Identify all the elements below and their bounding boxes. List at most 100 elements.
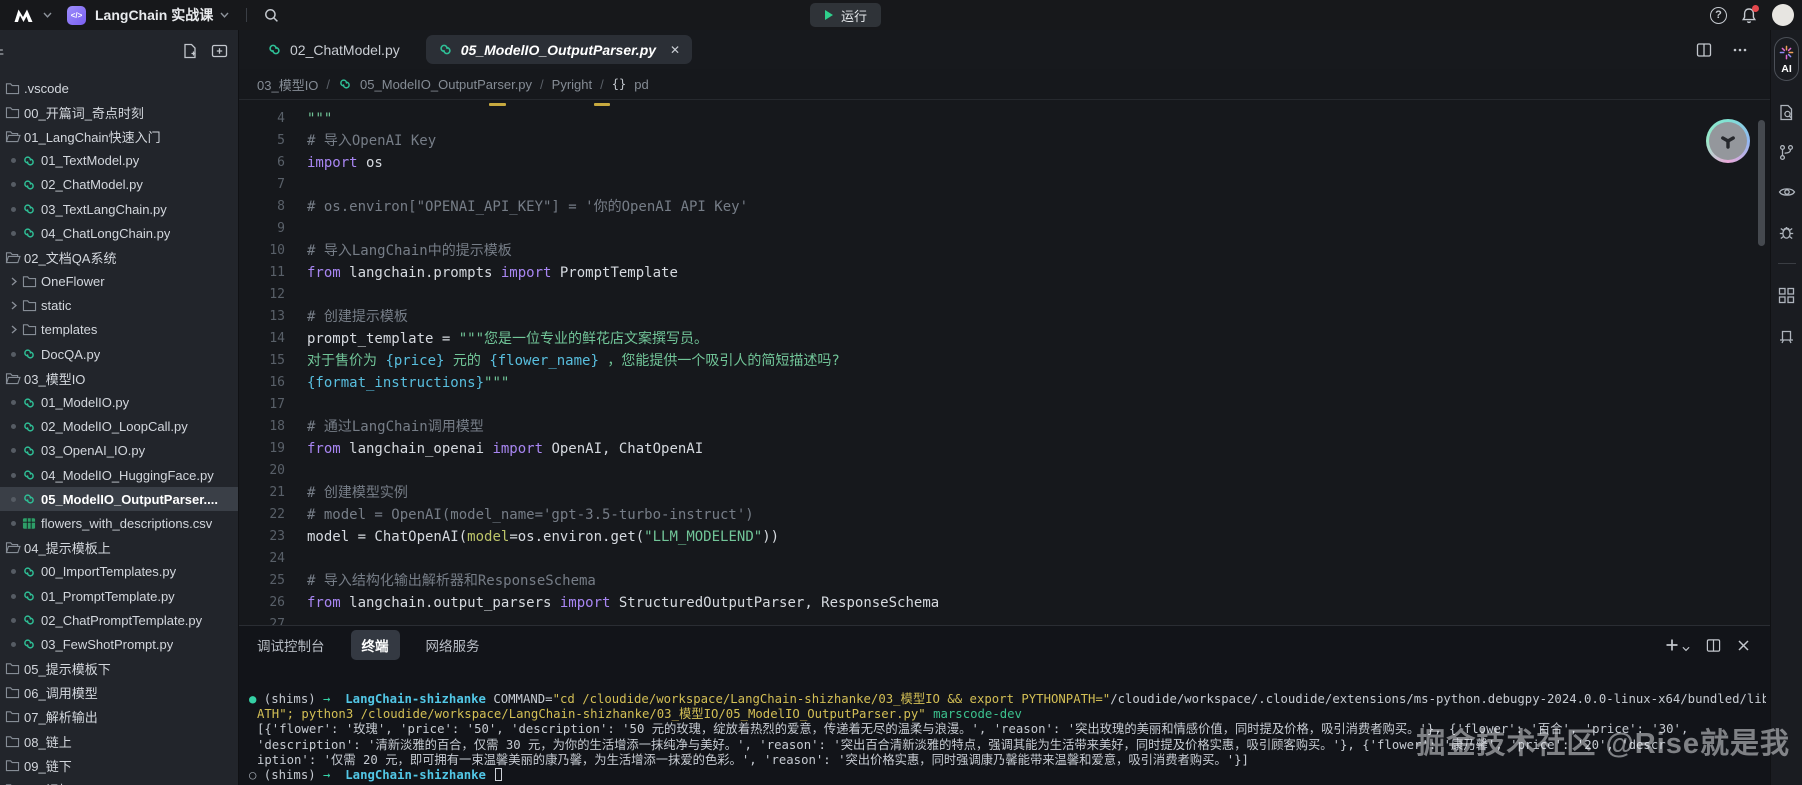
tab-network-service[interactable]: 网络服务 — [426, 635, 480, 655]
breadcrumb-language-server[interactable]: Pyright — [552, 77, 592, 92]
file-tree-item[interactable]: 01_TextModel.py — [0, 149, 238, 173]
tab-02-chatmodel[interactable]: 02_ChatModel.py — [255, 35, 412, 64]
open-folder-icon — [5, 130, 24, 143]
file-tree-item[interactable]: OneFlower — [0, 270, 238, 294]
breadcrumb-folder[interactable]: 03_模型IO — [257, 75, 318, 94]
code-line[interactable]: 9 — [239, 218, 1770, 240]
tab-terminal[interactable]: 终端 — [351, 630, 400, 660]
tools-icon[interactable] — [1778, 326, 1796, 344]
file-tree-item[interactable]: 00_开篇词_奇点时刻 — [0, 100, 238, 124]
code-line[interactable]: 21# 创建模型实例 — [239, 482, 1770, 504]
logo-chevron-down-icon[interactable] — [43, 12, 52, 18]
code-line[interactable]: 12 — [239, 284, 1770, 306]
tab-05-modelio-outputparser[interactable]: 05_ModelIO_OutputParser.py ✕ — [426, 35, 692, 64]
panel-tab-bar: 调试控制台 终端 网络服务 — [239, 626, 1770, 664]
workspace-chevron-down-icon[interactable] — [220, 12, 229, 18]
code-line[interactable]: 18# 通过LangChain调用模型 — [239, 416, 1770, 438]
workspace-code-icon: </> — [67, 6, 86, 25]
file-tree-item[interactable]: 00_ImportTemplates.py — [0, 560, 238, 584]
file-tree-item-label: 00_ImportTemplates.py — [41, 564, 176, 579]
code-line[interactable]: 10# 导入LangChain中的提示模板 — [239, 240, 1770, 262]
close-tab-icon[interactable]: ✕ — [670, 43, 680, 57]
code-line[interactable]: 16{format_instructions}""" — [239, 372, 1770, 394]
extensions-grid-icon[interactable] — [1778, 286, 1796, 304]
file-tree-item[interactable]: 08_链上 — [0, 729, 238, 753]
close-panel-icon[interactable] — [1737, 639, 1750, 652]
file-tree-item[interactable]: 01_ModelIO.py — [0, 390, 238, 414]
python-file-icon — [338, 77, 352, 91]
code-line[interactable]: 27 — [239, 614, 1770, 625]
ai-panel-button[interactable]: AI — [1774, 37, 1799, 81]
file-tree-item[interactable]: 01_LangChain快速入门 — [0, 124, 238, 148]
code-line[interactable]: 14prompt_template = """您是一位专业的鲜花店文案撰写员。 — [239, 328, 1770, 350]
ai-assistant-floating-button[interactable] — [1706, 119, 1750, 163]
code-line[interactable]: 19from langchain_openai import OpenAI, C… — [239, 438, 1770, 460]
code-line[interactable]: 6import os — [239, 152, 1770, 174]
user-avatar[interactable] — [1772, 4, 1794, 26]
file-tree-item[interactable]: 03_TextLangChain.py — [0, 197, 238, 221]
search-icon[interactable] — [264, 8, 279, 23]
file-tree-item[interactable]: DocQA.py — [0, 342, 238, 366]
new-terminal-button[interactable] — [1665, 638, 1690, 652]
file-tree-item[interactable]: 03_FewShotPrompt.py — [0, 632, 238, 656]
line-number: 8 — [239, 196, 285, 218]
file-tree-item-label: 02_ChatPromptTemplate.py — [41, 613, 202, 628]
code-line[interactable]: 24 — [239, 548, 1770, 570]
code-line[interactable]: 15对于售价为 {price} 元的 {flower_name} ，您能提供一个… — [239, 350, 1770, 372]
tab-debug-console[interactable]: 调试控制台 — [257, 635, 325, 655]
help-icon[interactable]: ? — [1710, 7, 1727, 24]
file-tree-item[interactable]: 06_调用模型 — [0, 681, 238, 705]
code-line[interactable]: 11from langchain.prompts import PromptTe… — [239, 262, 1770, 284]
code-editor[interactable]: 4"""5# 导入OpenAI Key6import os78# os.envi… — [239, 100, 1770, 625]
debug-bug-icon[interactable] — [1778, 223, 1796, 241]
workspace-title[interactable]: LangChain 实战课 — [95, 5, 213, 25]
breadcrumb-symbol[interactable]: pd — [634, 77, 648, 92]
source-control-icon[interactable] — [1778, 143, 1796, 161]
file-tree-item[interactable]: 01_PromptTemplate.py — [0, 584, 238, 608]
code-line[interactable] — [239, 100, 1770, 108]
file-tree-item[interactable]: 02_ChatPromptTemplate.py — [0, 608, 238, 632]
file-tree-item[interactable]: templates — [0, 318, 238, 342]
file-tree-item[interactable]: 02_文档QA系统 — [0, 245, 238, 269]
file-tree-item[interactable]: 07_解析输出 — [0, 705, 238, 729]
editor-scrollbar[interactable] — [1758, 120, 1765, 246]
code-line[interactable]: 25# 导入结构化输出解析器和ResponseSchema — [239, 570, 1770, 592]
file-tree-item-label: 01_ModelIO.py — [41, 395, 129, 410]
split-editor-icon[interactable] — [1696, 42, 1712, 58]
code-line[interactable]: 20 — [239, 460, 1770, 482]
file-tree-item[interactable]: 02_ModelIO_LoopCall.py — [0, 415, 238, 439]
file-tree-item[interactable]: static — [0, 294, 238, 318]
file-tree-item[interactable]: flowers_with_descriptions.csv — [0, 511, 238, 535]
code-line[interactable]: 13# 创建提示模板 — [239, 306, 1770, 328]
code-line[interactable]: 23model = ChatOpenAI(model=os.environ.ge… — [239, 526, 1770, 548]
new-folder-icon[interactable] — [211, 43, 228, 58]
code-line[interactable]: 5# 导入OpenAI Key — [239, 130, 1770, 152]
terminal-output[interactable]: ● (shims) → LangChain-shizhanke COMMAND=… — [249, 692, 1766, 783]
code-line[interactable]: 4""" — [239, 108, 1770, 130]
breadcrumb-file[interactable]: 05_ModelIO_OutputParser.py — [360, 77, 532, 92]
file-tree-item[interactable]: 04_提示模板上 — [0, 536, 238, 560]
product-logo-icon[interactable] — [12, 7, 36, 24]
file-tree-item[interactable]: 05_提示模板下 — [0, 657, 238, 681]
file-tree-item[interactable]: 03_模型IO — [0, 366, 238, 390]
code-line[interactable]: 17 — [239, 394, 1770, 416]
file-search-icon[interactable] — [1778, 103, 1796, 121]
code-line[interactable]: 7 — [239, 174, 1770, 196]
split-panel-icon[interactable] — [1706, 638, 1721, 653]
run-button[interactable]: 运行 — [810, 3, 881, 27]
new-file-icon[interactable] — [182, 43, 198, 59]
file-tree-item[interactable]: 03_OpenAI_IO.py — [0, 439, 238, 463]
code-line[interactable]: 8# os.environ["OPENAI_API_KEY"] = '你的Ope… — [239, 196, 1770, 218]
file-tree-item[interactable]: 09_链下 — [0, 753, 238, 777]
more-actions-icon[interactable] — [1732, 42, 1748, 58]
file-tree-item[interactable]: 10_记忆 — [0, 777, 238, 785]
code-line[interactable]: 26from langchain.output_parsers import S… — [239, 592, 1770, 614]
file-tree-item[interactable]: 04_ModelIO_HuggingFace.py — [0, 463, 238, 487]
code-line[interactable]: 22# model = OpenAI(model_name='gpt-3.5-t… — [239, 504, 1770, 526]
file-tree-item-selected[interactable]: 05_ModelIO_OutputParser.... — [0, 487, 238, 511]
file-tree-item[interactable]: 02_ChatModel.py — [0, 173, 238, 197]
notifications-bell-icon[interactable] — [1741, 7, 1758, 24]
file-tree-item[interactable]: 04_ChatLongChain.py — [0, 221, 238, 245]
file-tree-item[interactable]: .vscode — [0, 76, 238, 100]
watch-eye-icon[interactable] — [1778, 183, 1796, 201]
